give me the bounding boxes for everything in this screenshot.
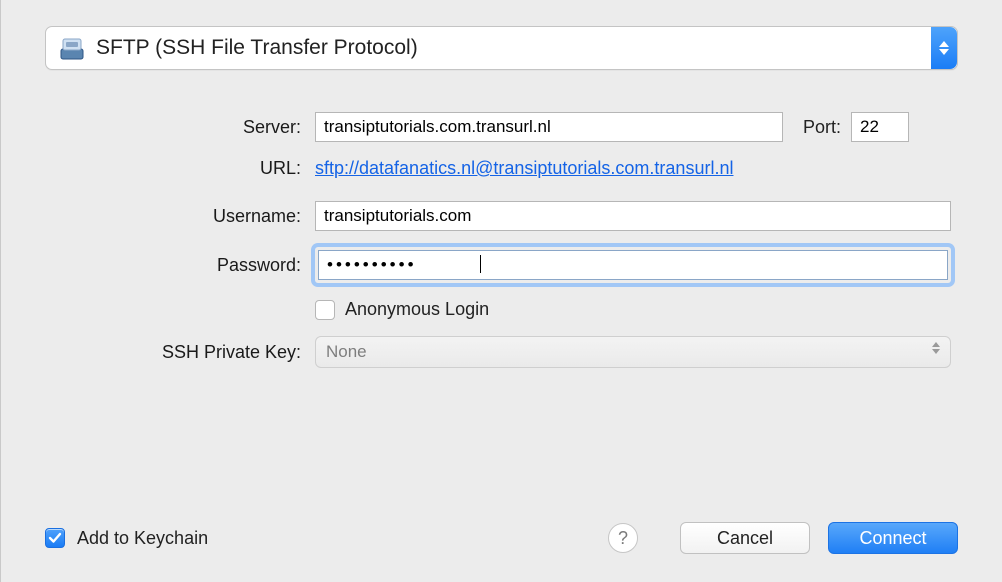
password-label: Password: bbox=[45, 255, 315, 276]
connect-button-label: Connect bbox=[859, 528, 926, 549]
ssh-key-value: None bbox=[326, 342, 367, 362]
text-caret bbox=[480, 255, 481, 273]
ssh-private-key-dropdown[interactable]: None bbox=[315, 336, 951, 368]
password-input[interactable] bbox=[318, 250, 948, 280]
port-input[interactable] bbox=[851, 112, 909, 142]
anonymous-login-label: Anonymous Login bbox=[345, 299, 489, 320]
chevron-updown-icon bbox=[931, 27, 957, 69]
cancel-button[interactable]: Cancel bbox=[680, 522, 810, 554]
checkbox-unchecked-icon bbox=[315, 300, 335, 320]
server-label: Server: bbox=[45, 117, 315, 138]
help-button[interactable]: ? bbox=[608, 523, 638, 553]
connect-button[interactable]: Connect bbox=[828, 522, 958, 554]
checkbox-checked-icon bbox=[45, 528, 65, 548]
add-to-keychain-checkbox[interactable]: Add to Keychain bbox=[45, 528, 208, 549]
url-link[interactable]: sftp://datafanatics.nl@transiptutorials.… bbox=[315, 158, 733, 179]
username-input[interactable] bbox=[315, 201, 951, 231]
chevron-updown-icon bbox=[932, 342, 940, 354]
help-icon: ? bbox=[618, 528, 628, 549]
url-label: URL: bbox=[45, 158, 315, 179]
username-label: Username: bbox=[45, 206, 315, 227]
ssh-key-label: SSH Private Key: bbox=[45, 342, 315, 363]
add-to-keychain-label: Add to Keychain bbox=[77, 528, 208, 549]
server-input[interactable] bbox=[315, 112, 783, 142]
port-label: Port: bbox=[803, 117, 841, 138]
protocol-icon bbox=[58, 34, 86, 62]
protocol-dropdown[interactable]: SFTP (SSH File Transfer Protocol) bbox=[45, 26, 958, 70]
protocol-label: SFTP (SSH File Transfer Protocol) bbox=[96, 36, 931, 60]
cancel-button-label: Cancel bbox=[717, 528, 773, 549]
anonymous-login-checkbox[interactable]: Anonymous Login bbox=[315, 299, 489, 320]
